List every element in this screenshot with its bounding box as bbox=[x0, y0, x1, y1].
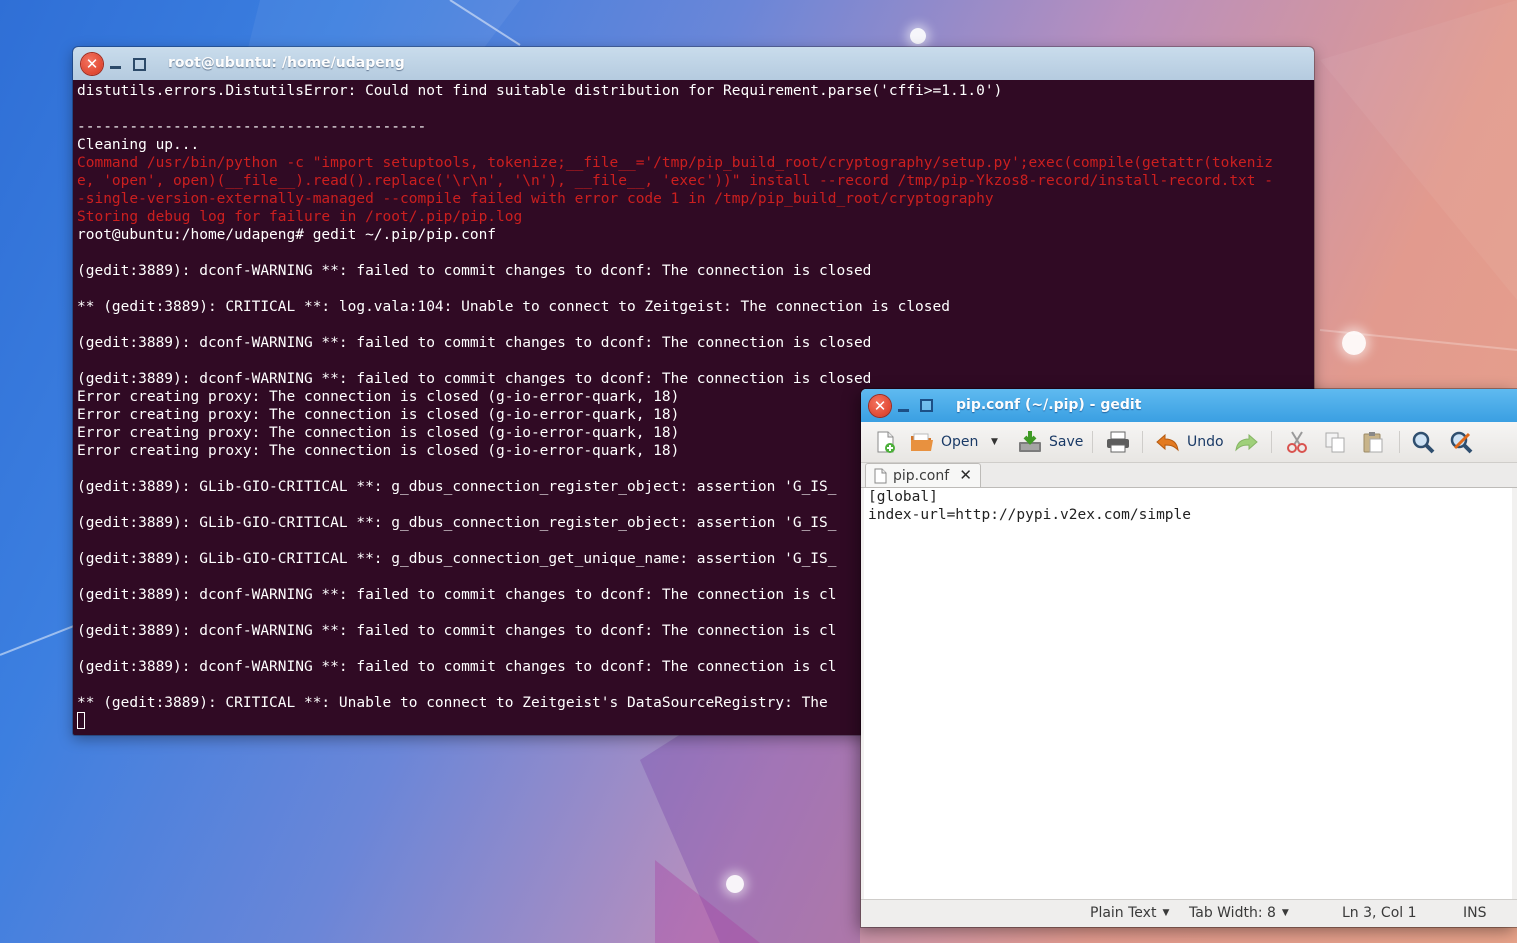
copy-button[interactable] bbox=[1323, 428, 1347, 456]
document-line: [global] bbox=[868, 489, 938, 505]
wallpaper-light-orb bbox=[910, 28, 926, 44]
save-label: Save bbox=[1049, 434, 1084, 450]
gedit-toolbar: Open ▼ Save Undo bbox=[861, 422, 1517, 463]
chevron-down-icon: ▼ bbox=[1281, 908, 1289, 918]
undo-button[interactable]: Undo bbox=[1155, 428, 1224, 456]
terminal-line: Command /usr/bin/python -c "import setup… bbox=[77, 155, 1273, 171]
terminal-line: e, 'open', open)(__file__).read().replac… bbox=[77, 173, 1273, 189]
cursor-position: Ln 3, Col 1 bbox=[1342, 905, 1417, 921]
document-tabs: pip.conf ✕ bbox=[861, 463, 1517, 488]
wallpaper-light-orb bbox=[1342, 331, 1366, 355]
paste-icon bbox=[1363, 432, 1383, 453]
gedit-window: ✕ pip.conf (~/.pip) - gedit Open ▼ Save … bbox=[861, 389, 1517, 927]
window-title: root@ubuntu: /home/udapeng bbox=[168, 55, 405, 71]
find-replace-button[interactable] bbox=[1449, 428, 1473, 456]
paste-button[interactable] bbox=[1361, 428, 1385, 456]
chevron-down-icon: ▼ bbox=[991, 437, 998, 447]
maximize-icon[interactable] bbox=[920, 399, 933, 412]
search-button[interactable] bbox=[1411, 428, 1435, 456]
terminal-line: Storing debug log for failure in /root/.… bbox=[77, 209, 523, 225]
toolbar-separator bbox=[1399, 431, 1400, 453]
terminal-titlebar[interactable]: ✕ root@ubuntu: /home/udapeng bbox=[73, 47, 1314, 80]
gedit-titlebar[interactable]: ✕ pip.conf (~/.pip) - gedit bbox=[861, 389, 1517, 422]
undo-label: Undo bbox=[1187, 434, 1224, 450]
terminal-line: (gedit:3889): dconf-WARNING **: failed t… bbox=[77, 263, 872, 279]
open-recent-dropdown[interactable]: ▼ bbox=[991, 428, 998, 456]
terminal-cursor bbox=[77, 712, 85, 729]
find-replace-icon bbox=[1450, 431, 1473, 454]
search-icon bbox=[1412, 431, 1435, 454]
copy-icon bbox=[1325, 432, 1345, 453]
terminal-line: ---------------------------------------- bbox=[77, 119, 427, 135]
language-selector[interactable]: Plain Text ▼ bbox=[1090, 905, 1169, 921]
terminal-line: ** (gedit:3889): CRITICAL **: log.vala:1… bbox=[77, 299, 950, 315]
new-document-button[interactable] bbox=[873, 428, 897, 456]
terminal-line: (gedit:3889): dconf-WARNING **: failed t… bbox=[77, 335, 872, 351]
terminal-line: (gedit:3889): dconf-WARNING **: failed t… bbox=[77, 371, 872, 387]
new-document-icon bbox=[877, 431, 895, 453]
minimize-icon[interactable] bbox=[110, 66, 121, 69]
document-icon bbox=[874, 468, 887, 483]
save-button[interactable]: Save bbox=[1017, 428, 1083, 456]
cut-button[interactable] bbox=[1285, 428, 1309, 456]
close-icon[interactable]: ✕ bbox=[81, 53, 103, 75]
cut-icon bbox=[1287, 431, 1307, 453]
insert-mode: INS bbox=[1463, 905, 1487, 921]
maximize-icon[interactable] bbox=[133, 58, 146, 71]
open-label: Open bbox=[941, 434, 979, 450]
window-title: pip.conf (~/.pip) - gedit bbox=[956, 397, 1142, 413]
open-button[interactable]: Open bbox=[909, 428, 978, 456]
folder-open-icon bbox=[911, 433, 933, 451]
close-tab-icon[interactable]: ✕ bbox=[959, 466, 972, 484]
tab-width-label: Tab Width: 8 bbox=[1189, 905, 1276, 921]
toolbar-separator bbox=[1142, 431, 1143, 453]
wallpaper-light-orb bbox=[726, 875, 744, 893]
terminal-line: -single-version-externally-managed --com… bbox=[77, 191, 994, 207]
status-bar: Plain Text ▼ Tab Width: 8 ▼ Ln 3, Col 1 IN… bbox=[861, 899, 1517, 927]
save-icon bbox=[1019, 431, 1041, 452]
printer-icon bbox=[1107, 431, 1129, 453]
print-button[interactable] bbox=[1105, 428, 1131, 456]
redo-icon bbox=[1235, 433, 1258, 452]
toolbar-separator bbox=[1271, 431, 1272, 453]
tab-pip-conf[interactable]: pip.conf ✕ bbox=[865, 463, 981, 487]
terminal-line: distutils.errors.DistutilsError: Could n… bbox=[77, 83, 1003, 99]
terminal-line: Cleaning up... bbox=[77, 137, 200, 153]
toolbar-separator bbox=[1092, 431, 1093, 453]
tab-width-selector[interactable]: Tab Width: 8 ▼ bbox=[1189, 905, 1289, 921]
text-editor-area[interactable]: [global] index-url=http://pypi.v2ex.com/s… bbox=[864, 488, 1512, 899]
document-line: index-url=http://pypi.v2ex.com/simple bbox=[868, 507, 1192, 523]
language-label: Plain Text bbox=[1090, 905, 1157, 921]
minimize-icon[interactable] bbox=[898, 409, 909, 412]
redo-button[interactable] bbox=[1233, 428, 1259, 456]
chevron-down-icon: ▼ bbox=[1162, 908, 1170, 918]
undo-icon bbox=[1156, 433, 1179, 452]
terminal-line: root@ubuntu:/home/udapeng# gedit ~/.pip/… bbox=[77, 227, 497, 243]
close-icon[interactable]: ✕ bbox=[869, 395, 891, 417]
tab-label: pip.conf bbox=[893, 467, 950, 484]
